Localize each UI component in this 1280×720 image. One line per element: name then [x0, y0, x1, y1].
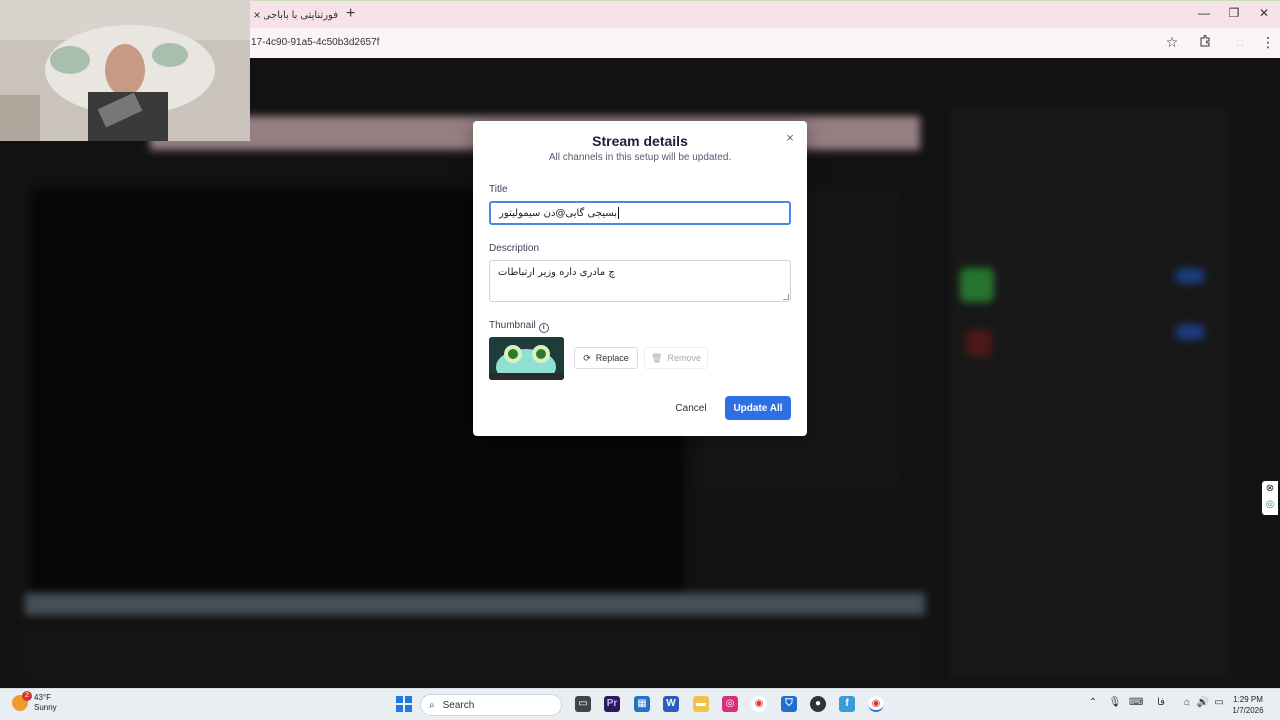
file-explorer-icon[interactable]: ▬ [693, 696, 709, 712]
tab-close-icon[interactable]: × [250, 8, 264, 22]
premiere-icon[interactable]: Pr [604, 696, 620, 712]
chevron-up-icon[interactable]: ⌃ [1086, 697, 1100, 708]
thumbnail-label: Thumbnail i [489, 320, 549, 333]
maximize-button[interactable]: ❐ [1224, 6, 1244, 20]
app-f-icon[interactable]: f [839, 696, 855, 712]
trash-icon: 🗑 [651, 352, 663, 363]
keyboard-icon[interactable]: ⌨ [1129, 697, 1143, 708]
clock-time: 1:29 PM [1233, 695, 1263, 704]
word-icon[interactable]: W [663, 696, 679, 712]
thumbnail-label-text: Thumbnail [489, 320, 536, 331]
description-textarea[interactable]: چ مادری داره وزیر ارتباطات [489, 260, 791, 302]
browser-tab[interactable]: فورتنایتی با باباجی × [250, 3, 340, 27]
store-icon[interactable]: ▦ [634, 696, 650, 712]
dialog-title: Stream details [592, 133, 688, 149]
title-input[interactable]: بسیجی گایی@دن سیمولیتور [489, 201, 791, 225]
language-indicator[interactable]: فا [1154, 697, 1168, 708]
close-icon[interactable]: × [783, 131, 797, 145]
network-icon[interactable]: ⌂ [1180, 697, 1194, 708]
thumbnail-image [489, 337, 564, 380]
text-caret [618, 207, 620, 219]
shield-icon[interactable]: ⛉ [781, 696, 797, 712]
start-button[interactable] [396, 696, 412, 712]
webcam-overlay [0, 0, 250, 141]
notification-badge: 2 [22, 691, 32, 701]
task-view-icon[interactable]: ▭ [575, 696, 591, 712]
system-clock[interactable]: 1:29 PM 1/7/2026 [1228, 694, 1268, 716]
edge-widget[interactable]: ⊗ ◎ [1262, 481, 1278, 515]
remove-button[interactable]: 🗑 Remove [644, 347, 708, 369]
clock-date: 1/7/2026 [1232, 706, 1264, 715]
bookmark-star-icon[interactable]: ☆ [1163, 34, 1181, 51]
weather-temp: 43°F [34, 693, 51, 702]
new-tab-button[interactable]: + [346, 5, 355, 23]
instagram-icon[interactable]: ◎ [722, 696, 738, 712]
extensions-icon[interactable] [1196, 34, 1214, 50]
info-icon[interactable]: i [538, 323, 549, 333]
title-input-value: بسیجی گایی@دن سیمولیتور [499, 207, 618, 219]
battery-icon[interactable]: ▭ [1212, 697, 1226, 708]
weather-desc: Sunny [34, 703, 57, 712]
weather-sun-icon: 2 [12, 691, 32, 711]
obs-icon[interactable]: ● [810, 696, 826, 712]
menu-kebab-icon[interactable]: ⋮ [1259, 34, 1277, 51]
close-circle-icon[interactable]: ⊗ [1262, 481, 1278, 497]
stream-details-dialog: Stream details All channels in this setu… [473, 121, 807, 436]
tab-title: فورتنایتی با باباجی [264, 9, 338, 21]
description-value: چ مادری داره وزیر ارتباطات [498, 267, 615, 278]
microphone-icon[interactable]: 🎙 [1108, 697, 1122, 708]
weather-widget[interactable]: 2 43°F Sunny [12, 691, 57, 713]
update-all-button[interactable]: Update All [725, 396, 791, 420]
replace-button[interactable]: ⟳ Replace [574, 347, 638, 369]
profile-icon[interactable]: ◌ [1231, 34, 1249, 50]
dialog-subtitle: All channels in this setup will be updat… [548, 152, 732, 163]
replace-button-label: Replace [595, 353, 629, 363]
search-icon: ⌕ [429, 699, 435, 711]
refresh-icon: ⟳ [583, 352, 591, 363]
target-icon[interactable]: ◎ [1262, 497, 1278, 513]
close-window-button[interactable]: ✕ [1254, 6, 1274, 20]
url-text[interactable]: 17-4c90-91a5-4c50b3d2657f [251, 37, 379, 48]
taskbar: 2 43°F Sunny ⌕ Search ▭ Pr ▦ W ▬ ◎ ◉ ⛉ ●… [0, 688, 1280, 720]
resize-handle-icon[interactable] [783, 294, 789, 300]
chrome-active-icon[interactable]: ◉ [868, 696, 884, 712]
minimize-button[interactable]: — [1194, 6, 1214, 20]
taskbar-search[interactable]: ⌕ Search [420, 694, 562, 716]
volume-icon[interactable]: 🔊 [1196, 697, 1210, 708]
title-label: Title [489, 184, 508, 195]
cancel-button[interactable]: Cancel [669, 398, 713, 418]
chrome-icon[interactable]: ◉ [751, 696, 767, 712]
description-label: Description [489, 243, 540, 254]
remove-button-label: Remove [667, 353, 701, 363]
search-placeholder: Search [442, 699, 475, 711]
